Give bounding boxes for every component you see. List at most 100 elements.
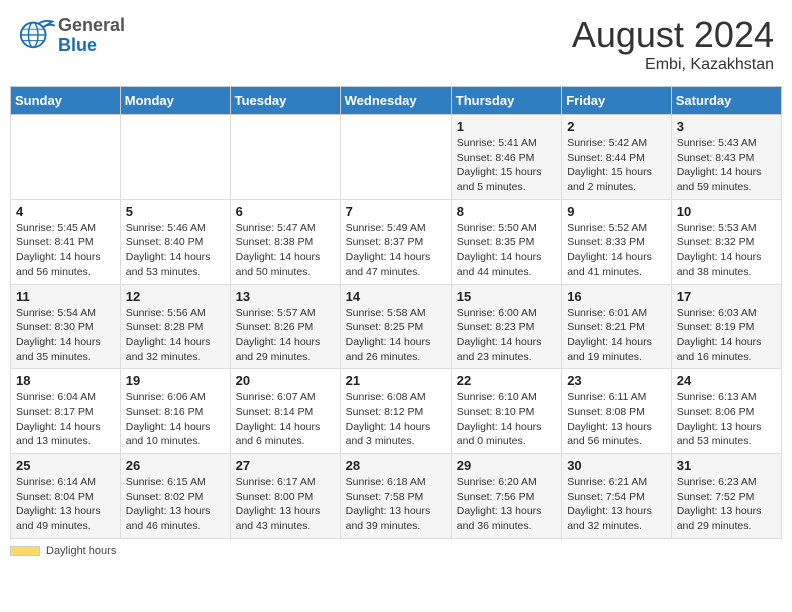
day-detail: Sunrise: 6:20 AM Sunset: 7:56 PM Dayligh… (457, 475, 556, 534)
header-tuesday: Tuesday (230, 87, 340, 115)
day-number: 6 (236, 204, 335, 219)
calendar-week-row: 4Sunrise: 5:45 AM Sunset: 8:41 PM Daylig… (11, 199, 782, 284)
day-detail: Sunrise: 5:58 AM Sunset: 8:25 PM Dayligh… (346, 306, 446, 365)
day-detail: Sunrise: 6:15 AM Sunset: 8:02 PM Dayligh… (126, 475, 225, 534)
calendar-cell: 30Sunrise: 6:21 AM Sunset: 7:54 PM Dayli… (562, 454, 672, 539)
day-number: 16 (567, 289, 666, 304)
day-number: 14 (346, 289, 446, 304)
day-detail: Sunrise: 6:01 AM Sunset: 8:21 PM Dayligh… (567, 306, 666, 365)
calendar-cell: 29 Sunrise: 6:20 AM Sunset: 7:56 PM Dayli… (451, 454, 561, 539)
day-number: 31 (677, 458, 776, 473)
day-detail: Sunrise: 6:00 AM Sunset: 8:23 PM Dayligh… (457, 306, 556, 365)
calendar-cell: 17 Sunrise: 6:03 AM Sunset: 8:19 PM Dayli… (671, 284, 781, 369)
day-detail: Sunrise: 5:46 AM Sunset: 8:40 PM Dayligh… (126, 221, 225, 280)
day-number: 2 (567, 119, 666, 134)
day-number: 10 (677, 204, 776, 219)
calendar-cell: 15 Sunrise: 6:00 AM Sunset: 8:23 PM Dayli… (451, 284, 561, 369)
calendar-cell: 24 Sunrise: 6:13 AM Sunset: 8:06 PM Dayli… (671, 369, 781, 454)
calendar-cell (120, 115, 230, 200)
logo-blue-text: Blue (58, 36, 125, 56)
header-thursday: Thursday (451, 87, 561, 115)
day-detail: Sunrise: 5:53 AM Sunset: 8:32 PM Dayligh… (677, 221, 776, 280)
calendar-cell: 31 Sunrise: 6:23 AM Sunset: 7:52 PM Dayli… (671, 454, 781, 539)
footer-note: Daylight hours (10, 545, 782, 557)
calendar-week-row: 18Sunrise: 6:04 AM Sunset: 8:17 PM Dayli… (11, 369, 782, 454)
day-number: 5 (126, 204, 225, 219)
weekday-header-row: Sunday Monday Tuesday Wednesday Thursday… (11, 87, 782, 115)
header-friday: Friday (562, 87, 672, 115)
calendar-cell: 20 Sunrise: 6:07 AM Sunset: 8:14 PM Dayli… (230, 369, 340, 454)
calendar-cell: 16 Sunrise: 6:01 AM Sunset: 8:21 PM Dayli… (562, 284, 672, 369)
day-detail: Sunrise: 5:42 AM Sunset: 8:44 PM Dayligh… (567, 136, 666, 195)
logo-icon (18, 14, 56, 57)
calendar-cell: 1 Sunrise: 5:41 AM Sunset: 8:46 PM Daylig… (451, 115, 561, 200)
day-detail: Sunrise: 5:50 AM Sunset: 8:35 PM Dayligh… (457, 221, 556, 280)
header-saturday: Saturday (671, 87, 781, 115)
day-detail: Sunrise: 6:07 AM Sunset: 8:14 PM Dayligh… (236, 390, 335, 449)
day-detail: Sunrise: 6:17 AM Sunset: 8:00 PM Dayligh… (236, 475, 335, 534)
logo: General Blue (18, 14, 125, 57)
day-number: 23 (567, 373, 666, 388)
day-detail: Sunrise: 6:11 AM Sunset: 8:08 PM Dayligh… (567, 390, 666, 449)
day-detail: Sunrise: 6:14 AM Sunset: 8:04 PM Dayligh… (16, 475, 115, 534)
day-number: 20 (236, 373, 335, 388)
day-detail: Sunrise: 6:13 AM Sunset: 8:06 PM Dayligh… (677, 390, 776, 449)
calendar-cell: 8 Sunrise: 5:50 AM Sunset: 8:35 PM Daylig… (451, 199, 561, 284)
day-detail: Sunrise: 5:57 AM Sunset: 8:26 PM Dayligh… (236, 306, 335, 365)
calendar-cell: 3Sunrise: 5:43 AM Sunset: 8:43 PM Daylig… (671, 115, 781, 200)
day-number: 15 (457, 289, 556, 304)
day-number: 19 (126, 373, 225, 388)
day-number: 22 (457, 373, 556, 388)
day-detail: Sunrise: 5:47 AM Sunset: 8:38 PM Dayligh… (236, 221, 335, 280)
day-detail: Sunrise: 6:21 AM Sunset: 7:54 PM Dayligh… (567, 475, 666, 534)
calendar-cell: 13Sunrise: 5:57 AM Sunset: 8:26 PM Dayli… (230, 284, 340, 369)
calendar-cell: 11 Sunrise: 5:54 AM Sunset: 8:30 PM Dayli… (11, 284, 121, 369)
calendar-table: Sunday Monday Tuesday Wednesday Thursday… (10, 86, 782, 539)
calendar-week-row: 25 Sunrise: 6:14 AM Sunset: 8:04 PM Dayli… (11, 454, 782, 539)
day-number: 1 (457, 119, 556, 134)
page-title: August 2024 (572, 14, 774, 56)
day-detail: Sunrise: 6:18 AM Sunset: 7:58 PM Dayligh… (346, 475, 446, 534)
day-detail: Sunrise: 5:45 AM Sunset: 8:41 PM Dayligh… (16, 221, 115, 280)
calendar-cell: 2 Sunrise: 5:42 AM Sunset: 8:44 PM Daylig… (562, 115, 672, 200)
day-number: 8 (457, 204, 556, 219)
calendar-cell: 23 Sunrise: 6:11 AM Sunset: 8:08 PM Dayli… (562, 369, 672, 454)
calendar-cell: 21 Sunrise: 6:08 AM Sunset: 8:12 PM Dayli… (340, 369, 451, 454)
day-detail: Sunrise: 6:04 AM Sunset: 8:17 PM Dayligh… (16, 390, 115, 449)
page-wrapper: General Blue August 2024 Embi, Kazakhsta… (10, 10, 782, 557)
day-detail: Sunrise: 6:23 AM Sunset: 7:52 PM Dayligh… (677, 475, 776, 534)
day-detail: Sunrise: 5:43 AM Sunset: 8:43 PM Dayligh… (677, 136, 776, 195)
page-location: Embi, Kazakhstan (572, 56, 774, 74)
day-detail: Sunrise: 5:41 AM Sunset: 8:46 PM Dayligh… (457, 136, 556, 195)
day-number: 21 (346, 373, 446, 388)
calendar-cell: 10 Sunrise: 5:53 AM Sunset: 8:32 PM Dayli… (671, 199, 781, 284)
day-detail: Sunrise: 6:06 AM Sunset: 8:16 PM Dayligh… (126, 390, 225, 449)
calendar-cell: 5 Sunrise: 5:46 AM Sunset: 8:40 PM Daylig… (120, 199, 230, 284)
day-detail: Sunrise: 5:52 AM Sunset: 8:33 PM Dayligh… (567, 221, 666, 280)
day-number: 27 (236, 458, 335, 473)
day-number: 11 (16, 289, 115, 304)
day-number: 9 (567, 204, 666, 219)
day-detail: Sunrise: 6:03 AM Sunset: 8:19 PM Dayligh… (677, 306, 776, 365)
day-detail: Sunrise: 5:54 AM Sunset: 8:30 PM Dayligh… (16, 306, 115, 365)
logo-general-text: General (58, 16, 125, 36)
page-header: General Blue August 2024 Embi, Kazakhsta… (10, 10, 782, 78)
header-sunday: Sunday (11, 87, 121, 115)
day-number: 17 (677, 289, 776, 304)
calendar-cell: 12Sunrise: 5:56 AM Sunset: 8:28 PM Dayli… (120, 284, 230, 369)
day-number: 26 (126, 458, 225, 473)
day-number: 24 (677, 373, 776, 388)
day-number: 29 (457, 458, 556, 473)
calendar-cell: 18Sunrise: 6:04 AM Sunset: 8:17 PM Dayli… (11, 369, 121, 454)
header-wednesday: Wednesday (340, 87, 451, 115)
calendar-cell: 19 Sunrise: 6:06 AM Sunset: 8:16 PM Dayli… (120, 369, 230, 454)
daylight-label: Daylight hours (46, 545, 116, 557)
day-detail: Sunrise: 6:08 AM Sunset: 8:12 PM Dayligh… (346, 390, 446, 449)
calendar-cell (230, 115, 340, 200)
day-detail: Sunrise: 5:56 AM Sunset: 8:28 PM Dayligh… (126, 306, 225, 365)
day-detail: Sunrise: 5:49 AM Sunset: 8:37 PM Dayligh… (346, 221, 446, 280)
calendar-cell (11, 115, 121, 200)
calendar-cell: 28Sunrise: 6:18 AM Sunset: 7:58 PM Dayli… (340, 454, 451, 539)
day-number: 25 (16, 458, 115, 473)
calendar-cell: 7Sunrise: 5:49 AM Sunset: 8:37 PM Daylig… (340, 199, 451, 284)
